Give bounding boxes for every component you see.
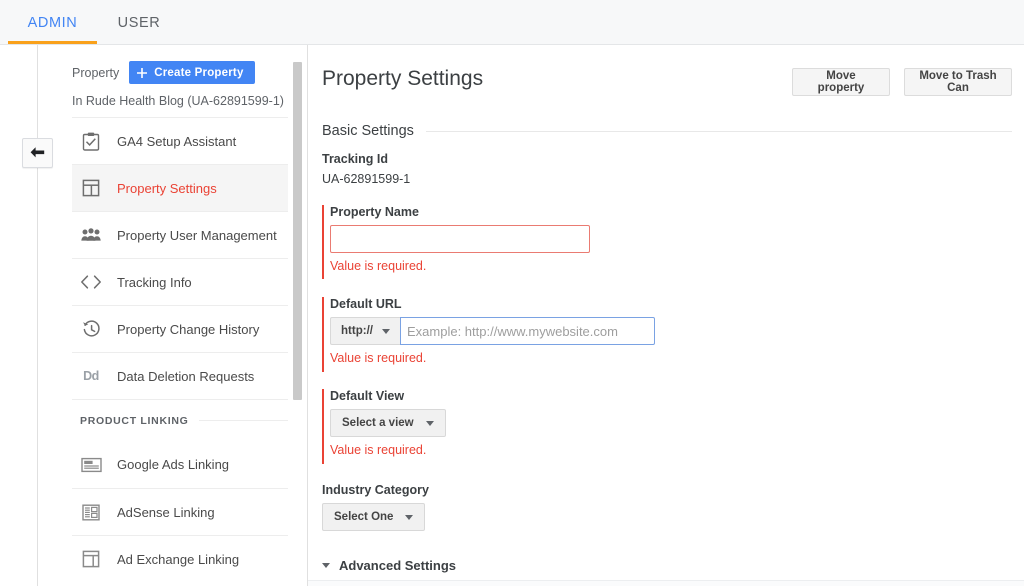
ads-layout-icon [80,454,102,476]
sidebar-item-label: Property User Management [117,227,277,243]
industry-category-label: Industry Category [322,483,429,497]
sidebar-item-adsense-linking[interactable]: AdSense Linking [72,488,288,535]
section-rule [425,130,1012,132]
default-url-error: Value is required. [330,351,427,365]
move-property-button[interactable]: Move property [792,68,890,96]
sidebar-item-label: Property Settings [117,180,217,196]
advanced-settings-toggle[interactable]: Advanced Settings [322,558,456,573]
sidebar-item-ad-exchange-linking[interactable]: Ad Exchange Linking [72,535,288,582]
sidebar-item-label: GA4 Setup Assistant [117,133,237,149]
tab-user[interactable]: USER [105,0,173,45]
default-view-field: Default View Select a view Value is requ… [322,389,446,464]
rail-divider [37,45,38,586]
sidebar-item-label: AdSense Linking [117,504,215,520]
people-group-icon [80,224,102,246]
tab-admin[interactable]: ADMIN [8,0,97,45]
required-indicator-bar [322,389,324,464]
property-name-error: Value is required. [330,259,427,273]
property-label: Property [72,65,120,80]
industry-category-field: Industry Category Select One [322,483,429,531]
product-linking-section-header: PRODUCT LINKING [72,399,288,441]
top-tab-bar: ADMIN USER [0,0,1024,45]
default-url-field: Default URL http:// Value is required. [322,297,655,372]
layout-panel-icon [80,177,102,199]
create-property-button[interactable]: Create Property [129,61,255,84]
tab-user-label: USER [117,14,161,31]
property-name-label: Property Name [330,205,419,219]
sidebar-item-property-settings[interactable]: Property Settings [72,164,288,211]
default-url-label: Default URL [330,297,402,311]
sidebar-nav: GA4 Setup Assistant Property Settings Pr… [72,117,288,582]
section-rule [198,420,288,421]
adexchange-layout-icon [80,548,102,570]
selected-property-name: In Rude Health Blog (UA-62891599-1) [72,94,284,108]
sidebar-item-label: Tracking Info [117,274,192,290]
caret-down-icon [322,563,330,568]
plus-icon [137,67,148,78]
sidebar-scrollbar-thumb[interactable] [293,62,302,400]
basic-settings-label: Basic Settings [322,123,414,139]
chevron-down-icon [425,420,434,426]
dd-text-icon: Dd [83,369,99,383]
property-sidebar: Property Create Property In Rude Health … [56,45,296,586]
sidebar-item-property-change-history[interactable]: Property Change History [72,305,288,352]
adsense-layout-icon [80,501,102,523]
collapse-panel-button[interactable] [22,138,53,168]
sidebar-item-label: Ad Exchange Linking [117,551,240,567]
advanced-panel-strip [308,581,1024,586]
advanced-settings-label: Advanced Settings [339,558,457,573]
clipboard-check-icon [80,130,102,152]
sidebar-item-label: Data Deletion Requests [117,368,255,384]
arrow-left-icon [30,147,45,158]
sidebar-item-google-ads-linking[interactable]: Google Ads Linking [72,441,288,488]
industry-category-value: Select One [334,511,394,523]
property-name-input[interactable] [330,225,590,253]
chevron-down-icon [381,328,390,334]
tracking-id-value: UA-62891599-1 [322,172,411,186]
product-linking-label: PRODUCT LINKING [80,414,189,427]
main-content: Property Settings Move property Move to … [308,45,1024,586]
default-view-label: Default View [330,389,405,403]
required-indicator-bar [322,297,324,372]
default-view-error: Value is required. [330,443,427,457]
history-clock-icon [80,318,102,340]
create-property-label: Create Property [154,66,244,79]
url-input-row: http:// [330,317,655,345]
default-url-input[interactable] [400,317,655,345]
protocol-value: http:// [341,325,373,337]
property-name-field: Property Name Value is required. [322,205,590,279]
sidebar-item-ga4-setup-assistant[interactable]: GA4 Setup Assistant [72,117,288,164]
default-view-value: Select a view [342,417,414,429]
move-to-trash-can-button[interactable]: Move to Trash Can [904,68,1012,96]
sidebar-item-label: Google Ads Linking [117,457,230,472]
code-brackets-icon [80,271,102,293]
protocol-select[interactable]: http:// [330,317,400,345]
default-view-select[interactable]: Select a view [330,409,446,437]
tracking-id-label: Tracking Id [322,152,388,166]
sidebar-item-tracking-info[interactable]: Tracking Info [72,258,288,305]
sidebar-item-property-user-management[interactable]: Property User Management [72,211,288,258]
active-tab-indicator [8,41,97,44]
sidebar-item-data-deletion-requests[interactable]: Dd Data Deletion Requests [72,352,288,399]
sidebar-item-label: Property Change History [117,321,260,337]
page-title: Property Settings [322,67,484,90]
admin-page: ADMIN USER Property Create Property In R… [0,0,1024,586]
tab-admin-label: ADMIN [27,14,78,31]
required-indicator-bar [322,205,324,279]
basic-settings-header: Basic Settings [322,123,1012,139]
property-header: Property Create Property [72,61,255,84]
chevron-down-icon [405,514,414,520]
left-rail [0,45,22,586]
industry-category-select[interactable]: Select One [322,503,426,531]
tracking-id-field: Tracking Id UA-62891599-1 [322,152,410,186]
